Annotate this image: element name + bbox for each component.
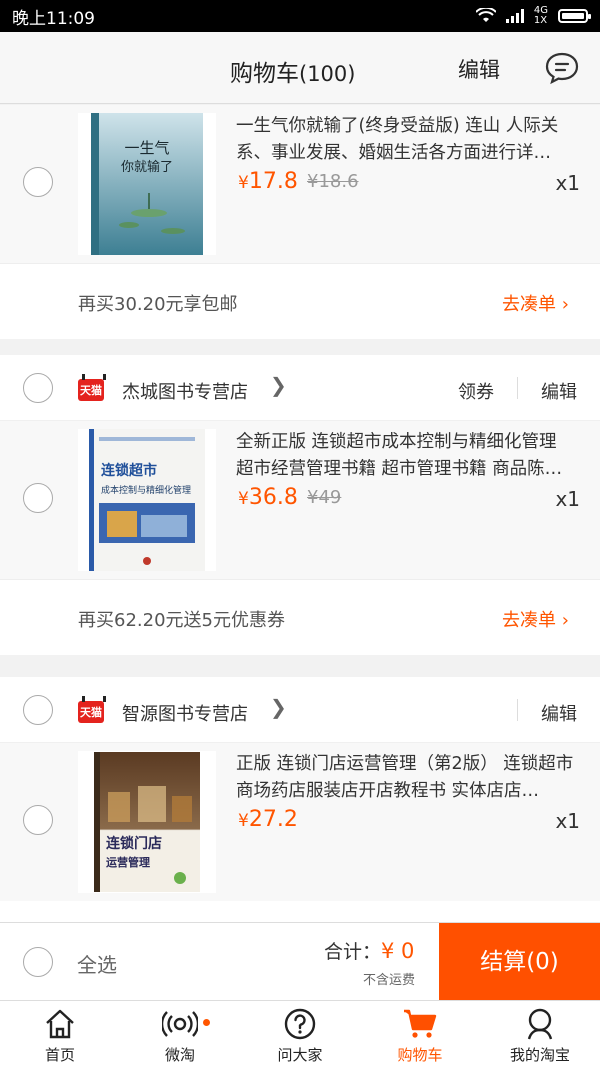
chevron-right-icon[interactable]: ❯ [270, 373, 287, 397]
product-image[interactable]: 一生气 你就输了 [78, 113, 216, 255]
tmall-badge-icon: 天猫 [78, 696, 106, 723]
cart-item[interactable]: 一生气 你就输了 一生气你就输了(终身受益版) 连山 人际关系、事业发展、婚姻生… [0, 105, 600, 263]
product-quantity: x1 [555, 171, 580, 195]
cart-item[interactable]: 连锁门店 运营管理 正版 连锁门店运营管理（第2版） 连锁超市商场药店服装店开店… [0, 743, 600, 901]
product-quantity: x1 [555, 487, 580, 511]
shop-name[interactable]: 杰城图书专营店 [122, 378, 248, 404]
item-checkbox[interactable] [23, 805, 53, 835]
product-image[interactable]: 连锁超市 成本控制与精细化管理 [78, 429, 216, 571]
notification-dot [203, 1019, 210, 1026]
tab-label: 我的淘宝 [509, 1046, 570, 1064]
bottom-tab-bar: 首页 微淘 问大家 购物车 我的淘宝 [0, 1000, 600, 1067]
tab-label: 问大家 [277, 1046, 323, 1064]
cart-count: (100) [299, 62, 356, 86]
battery-icon [558, 9, 591, 23]
item-checkbox[interactable] [23, 483, 53, 513]
svg-text:成本控制与精细化管理: 成本控制与精细化管理 [101, 484, 191, 496]
coupon-button[interactable]: 领券 [458, 378, 494, 404]
message-icon[interactable] [544, 50, 580, 86]
shop-row: 天猫 杰城图书专营店 ❯ 领券 编辑 [0, 355, 600, 421]
select-all-label[interactable]: 全选 [77, 949, 117, 978]
book-cover-image: 连锁超市 成本控制与精细化管理 [89, 429, 205, 571]
shop-row: 天猫 智源图书专营店 ❯ 编辑 [0, 677, 600, 743]
divider [517, 699, 518, 721]
product-quantity: x1 [555, 809, 580, 833]
product-image[interactable]: 连锁门店 运营管理 [78, 751, 216, 893]
home-icon [46, 1009, 74, 1039]
wifi-icon [475, 8, 496, 22]
promo-row: 再买30.20元享包邮 去凑单 › [0, 263, 600, 339]
svg-text:运营管理: 运营管理 [106, 855, 150, 869]
product-title[interactable]: 正版 连锁门店运营管理（第2版） 连锁超市商场药店服装店开店教程书 实体店店… [236, 751, 576, 805]
tab-home[interactable]: 首页 [0, 1001, 120, 1067]
tab-cart[interactable]: 购物车 [360, 1001, 480, 1067]
svg-text:连锁门店: 连锁门店 [106, 835, 162, 852]
book-cover-image: 连锁门店 运营管理 [94, 752, 200, 892]
chevron-right-icon[interactable]: ❯ [270, 695, 287, 719]
question-icon [284, 1008, 316, 1040]
tab-weitao[interactable]: 微淘 [120, 1001, 240, 1067]
tab-ask[interactable]: 问大家 [240, 1001, 360, 1067]
promo-text: 再买30.20元享包邮 [78, 294, 238, 315]
product-title[interactable]: 一生气你就输了(终身受益版) 连山 人际关系、事业发展、婚姻生活各方面进行详… [236, 113, 576, 167]
shop-name[interactable]: 智源图书专营店 [122, 700, 248, 726]
svg-text:连锁超市: 连锁超市 [101, 462, 157, 479]
chevron-right-icon: › [561, 294, 569, 315]
add-on-button[interactable]: 去凑单 › [502, 606, 569, 632]
checkout-bar: 全选 合计：¥ 0 不含运费 结算(0) [0, 922, 600, 1001]
checkout-button[interactable]: 结算(0) [439, 923, 600, 1001]
product-price: ¥36.8 [238, 485, 298, 510]
product-price: ¥27.2 [238, 807, 298, 832]
status-time: 晚上11:09 [12, 8, 95, 29]
cart-icon [404, 1009, 437, 1038]
profile-icon [527, 1008, 553, 1040]
signal-icon [505, 9, 524, 23]
select-all-checkbox[interactable] [23, 947, 53, 977]
tab-label: 购物车 [397, 1046, 443, 1064]
tab-label: 微淘 [164, 1046, 195, 1064]
book-cover-image: 一生气 你就输了 [91, 113, 203, 255]
tab-my-taobao[interactable]: 我的淘宝 [480, 1001, 600, 1067]
broadcast-icon [162, 1011, 198, 1037]
status-bar: 晚上11:09 4G 1X [0, 0, 600, 32]
edit-button[interactable]: 编辑 [458, 54, 500, 84]
cart-header: 购物车(100) 编辑 [0, 32, 600, 104]
page-title: 购物车(100) [230, 61, 356, 87]
cart-store-group: 一生气 你就输了 一生气你就输了(终身受益版) 连山 人际关系、事业发展、婚姻生… [0, 105, 600, 339]
total-price: 合计：¥ 0 [324, 939, 415, 963]
shipping-note: 不含运费 [363, 973, 416, 988]
promo-text: 再买62.20元送5元优惠券 [78, 610, 285, 631]
original-price: ¥49 [307, 487, 342, 508]
item-checkbox[interactable] [23, 167, 53, 197]
svg-text:你就输了: 你就输了 [121, 159, 173, 175]
shop-edit-button[interactable]: 编辑 [541, 378, 577, 404]
original-price: ¥18.6 [307, 171, 359, 192]
cart-store-group: 天猫 智源图书专营店 ❯ 编辑 连锁门店 运营管理 正版 连锁门店运营管理（第2… [0, 677, 600, 922]
network-sub: 1X [533, 15, 548, 26]
cart-item[interactable]: 连锁超市 成本控制与精细化管理 全新正版 连锁超市成本控制与精细化管理 超市经营… [0, 421, 600, 579]
chevron-right-icon: › [561, 610, 569, 631]
shop-checkbox[interactable] [23, 695, 53, 725]
svg-text:一生气: 一生气 [124, 139, 169, 157]
tab-label: 首页 [44, 1046, 75, 1064]
promo-row: 再买62.20元送5元优惠券 去凑单 › [0, 579, 600, 655]
product-title[interactable]: 全新正版 连锁超市成本控制与精细化管理 超市经营管理书籍 超市管理书籍 商品陈… [236, 429, 576, 483]
shop-checkbox[interactable] [23, 373, 53, 403]
product-price: ¥17.8 [238, 169, 298, 194]
add-on-button[interactable]: 去凑单 › [502, 290, 569, 316]
shop-edit-button[interactable]: 编辑 [541, 700, 577, 726]
cart-store-group: 天猫 杰城图书专营店 ❯ 领券 编辑 连锁超市 成本控制与精细化管理 全新正版 … [0, 355, 600, 655]
divider [517, 377, 518, 399]
tmall-badge-icon: 天猫 [78, 374, 106, 401]
